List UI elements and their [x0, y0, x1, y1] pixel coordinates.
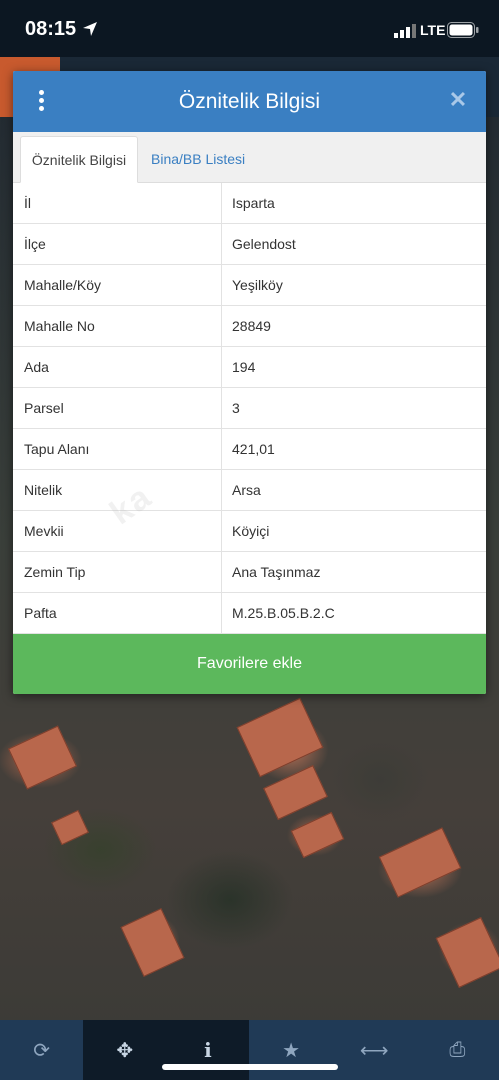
row-value: Köyiçi: [232, 523, 270, 539]
location-arrow-icon: [83, 22, 97, 36]
row-value: Yeşilköy: [232, 277, 283, 293]
refresh-icon[interactable]: ⟳: [0, 1020, 83, 1080]
star-icon[interactable]: ★: [249, 1020, 332, 1080]
status-time: 08:15: [25, 18, 77, 40]
row-key: İl: [24, 195, 31, 211]
row-value: M.25.B.05.B.2.C: [232, 605, 335, 621]
row-value: Ana Taşınmaz: [232, 564, 321, 580]
locate-icon[interactable]: ✥: [83, 1020, 167, 1080]
signal-icon: [394, 24, 416, 38]
table-row: İlçe Gelendost: [13, 224, 486, 265]
row-key: Pafta: [24, 605, 57, 621]
menu-kebab-icon[interactable]: [35, 90, 47, 114]
row-key: Mahalle/Köy: [24, 277, 102, 293]
row-key: Mevkii: [24, 523, 64, 539]
print-icon[interactable]: ⎙: [416, 1020, 499, 1080]
attribute-dialog: Öznitelik Bilgisi ✕ Öznitelik Bilgisi Bi…: [13, 71, 486, 694]
row-key: Zemin Tip: [24, 564, 86, 580]
row-value: Gelendost: [232, 236, 296, 252]
network-type: LTE: [420, 22, 446, 38]
table-row: Nitelik Arsa: [13, 470, 486, 511]
row-key: Nitelik: [24, 482, 63, 498]
status-bar: 08:15 LTE: [0, 0, 499, 57]
battery-icon: [447, 22, 479, 38]
row-key: Parsel: [24, 400, 64, 416]
table-row: Parsel 3: [13, 388, 486, 429]
row-key: Ada: [24, 359, 49, 375]
row-value: Isparta: [232, 195, 275, 211]
table-row: Mevkii Köyiçi: [13, 511, 486, 552]
home-indicator[interactable]: [162, 1064, 338, 1070]
dialog-tabs: Öznitelik Bilgisi Bina/BB Listesi: [13, 132, 486, 183]
measure-icon[interactable]: ⟷: [333, 1020, 416, 1080]
row-value: 3: [232, 400, 240, 416]
tab-attribute-info[interactable]: Öznitelik Bilgisi: [20, 136, 138, 183]
attribute-table: İl Isparta İlçe Gelendost Mahalle/Köy Yeşil…: [13, 183, 486, 634]
table-row: Mahalle No 28849: [13, 306, 486, 347]
tab-building-list[interactable]: Bina/BB Listesi: [141, 136, 255, 183]
table-row: Tapu Alanı 421,01: [13, 429, 486, 470]
info-icon[interactable]: i: [166, 1020, 250, 1080]
row-value: Arsa: [232, 482, 261, 498]
row-value: 28849: [232, 318, 271, 334]
row-value: 194: [232, 359, 256, 375]
table-row: İl Isparta: [13, 183, 486, 224]
row-key: İlçe: [24, 236, 46, 252]
table-row: Zemin Tip Ana Taşınmaz: [13, 552, 486, 593]
dialog-title: Öznitelik Bilgisi: [178, 90, 321, 113]
table-row: Pafta M.25.B.05.B.2.C: [13, 593, 486, 634]
table-row: Ada 194: [13, 347, 486, 388]
table-row: Mahalle/Köy Yeşilköy: [13, 265, 486, 306]
row-value: 421,01: [232, 441, 275, 457]
row-key: Mahalle No: [24, 318, 95, 334]
close-icon[interactable]: ✕: [446, 88, 470, 112]
row-key: Tapu Alanı: [24, 441, 90, 457]
add-favorites-button[interactable]: Favorilere ekle: [13, 634, 486, 694]
bottom-toolbar: ⟳ ✥ i ★ ⟷ ⎙: [0, 1020, 499, 1080]
dialog-header: Öznitelik Bilgisi ✕: [13, 71, 486, 132]
